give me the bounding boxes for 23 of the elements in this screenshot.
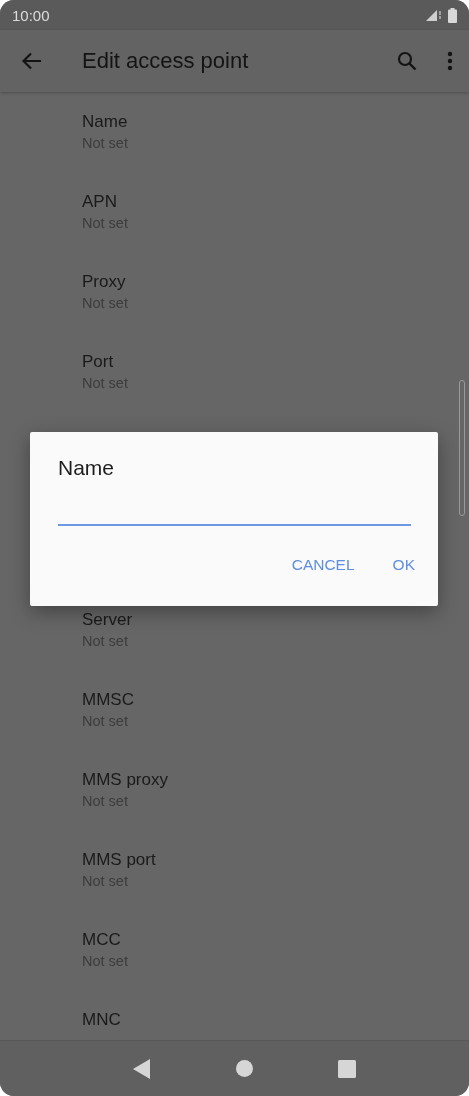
setting-title: Name [82,112,128,132]
battery-icon [448,7,457,23]
clock: 10:00 [12,6,50,24]
page-title: Edit access point [82,48,250,74]
setting-title: MNC [82,1010,121,1030]
signal-icon [424,9,442,21]
dialog-title: Name [58,456,116,480]
setting-title: Port [82,352,114,372]
search-icon[interactable] [397,51,417,71]
home-icon[interactable] [236,1060,253,1077]
setting-title: MMSC [82,690,134,710]
setting-title: APN [82,192,117,212]
setting-title: MCC [82,930,121,950]
back-icon[interactable] [132,1058,151,1079]
dialog-button[interactable]: CANCEL [279,548,367,582]
back-arrow-icon[interactable] [22,52,42,70]
more-options-icon[interactable] [447,51,453,71]
setting-title: MMS port [82,850,156,870]
dialog-button[interactable]: OK [380,548,427,582]
setting-title: Server [82,610,133,630]
setting-title: Proxy [82,272,126,292]
recents-icon[interactable] [338,1059,357,1078]
setting-title: MMS proxy [82,770,168,790]
